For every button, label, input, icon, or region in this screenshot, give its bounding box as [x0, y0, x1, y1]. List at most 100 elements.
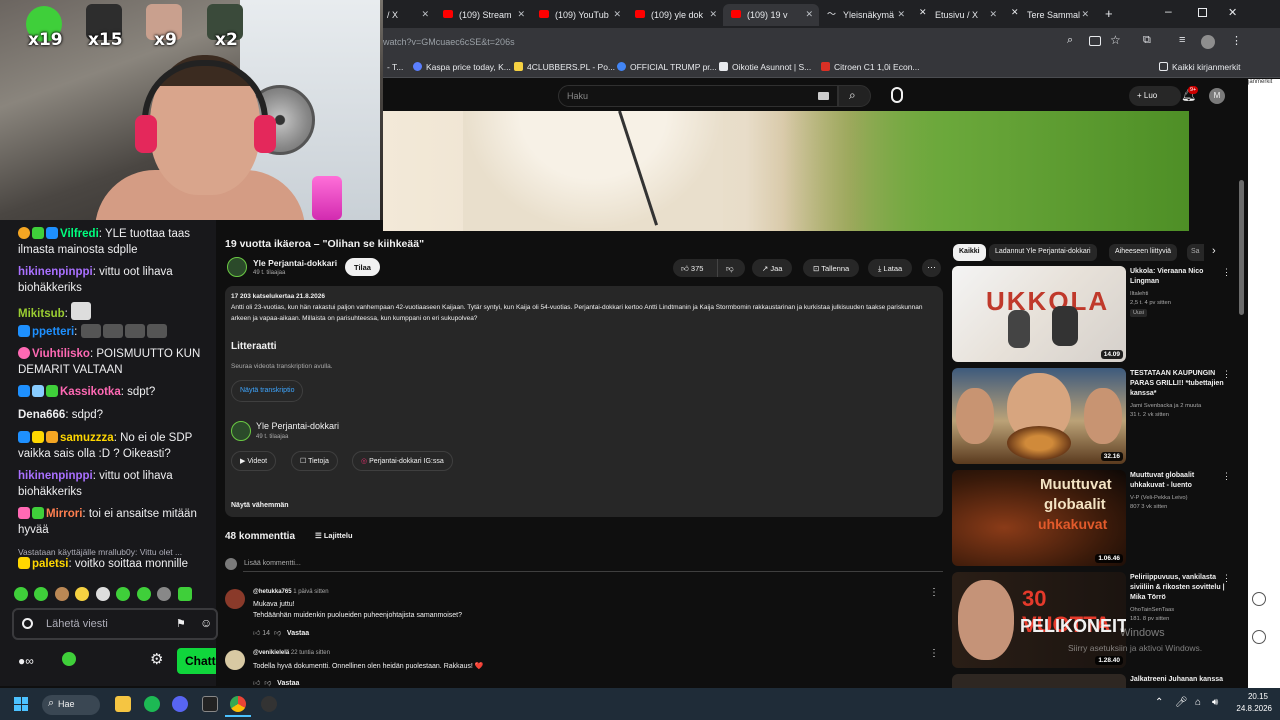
download-button[interactable]: ⤓ Lataa	[868, 259, 913, 277]
video-thumbnail[interactable]	[952, 674, 1126, 688]
bookmark[interactable]: Kaspa price today, K...	[413, 62, 511, 72]
scrollbar-thumb[interactable]	[1239, 180, 1244, 315]
reply-button[interactable]: Vastaa	[287, 630, 309, 637]
search-input[interactable]: Haku	[558, 85, 838, 107]
video-thumbnail[interactable]: Muuttuvat globaalit uhkakuvat 1.06.46	[952, 470, 1126, 566]
subscribe-button[interactable]: Tilaa	[345, 258, 380, 276]
thumbs-down-icon[interactable]: 👎︎	[264, 680, 271, 687]
rec-video-title[interactable]: Muuttuvat globaalit uhkakuvat - luento	[1130, 471, 1230, 491]
obs-icon[interactable]	[261, 696, 277, 712]
all-bookmarks[interactable]: Kaikki kirjanmerkit	[1159, 62, 1241, 72]
tab[interactable]: (109) YouTub ✕	[531, 4, 627, 26]
extensions-icon[interactable]: ⧉	[1143, 34, 1151, 47]
videos-button[interactable]: ▶ Videot	[231, 451, 277, 471]
comment-menu-icon[interactable]: ⋮	[929, 587, 939, 598]
emote-icon[interactable]	[95, 587, 110, 601]
discord-icon[interactable]	[172, 696, 188, 712]
close-icon[interactable]: ✕	[709, 9, 717, 20]
chrome-icon[interactable]	[230, 696, 246, 712]
channel-name[interactable]: Yle Perjantai-dokkari	[253, 258, 337, 268]
like-button[interactable]: 👍︎ 375	[673, 259, 717, 277]
frog-extension-icon[interactable]	[62, 652, 76, 666]
rec-menu-icon[interactable]: ⋮	[1222, 267, 1231, 278]
rec-channel[interactable]: OhoTainSenTaas	[1130, 606, 1230, 615]
chat-send-button[interactable]: Chatti	[177, 648, 216, 674]
thumbs-up-icon[interactable]: 👍︎	[253, 680, 260, 687]
close-icon[interactable]: ✕	[805, 9, 813, 20]
chip-related[interactable]: Aiheeseen liittyviä	[1109, 244, 1178, 261]
comment-author[interactable]: @venikielelä	[253, 650, 289, 656]
zoom-icon[interactable]: ⌕	[1067, 34, 1073, 47]
emote-icon[interactable]	[116, 587, 131, 601]
emote-icon[interactable]	[34, 587, 49, 601]
rec-channel[interactable]: V-P (Veli-Pekka Leivo)	[1130, 494, 1230, 503]
chip-more[interactable]: Sa	[1187, 244, 1204, 261]
avatar[interactable]: M	[1209, 88, 1225, 104]
chat-username[interactable]: Dena666	[18, 409, 65, 421]
video-player[interactable]	[383, 111, 1189, 231]
rec-video-title[interactable]: Ukkola: Vieraana Nico Lingman	[1130, 267, 1230, 287]
tab[interactable]: 〜 Yleisnäkymä ✕	[819, 4, 911, 26]
video-thumbnail[interactable]: 32.16	[952, 368, 1126, 464]
tray-chevron-icon[interactable]: ⌃	[1155, 697, 1163, 708]
emote-icon[interactable]	[136, 587, 151, 601]
more-options-button[interactable]: ⋯	[922, 259, 941, 277]
channel-avatar[interactable]	[231, 421, 251, 441]
rec-menu-icon[interactable]: ⋮	[1222, 471, 1231, 482]
chat-username[interactable]: hikinenpinppi	[18, 470, 93, 482]
about-button[interactable]: ☐ Tietoja	[291, 451, 338, 471]
sort-button[interactable]: ☰ Lajittelu	[315, 531, 353, 540]
chip-uploader[interactable]: Ladannut Yle Perjantai-dokkari	[989, 244, 1097, 261]
chat-username[interactable]: Kassikotka	[60, 386, 121, 398]
comment-author[interactable]: @hetukka765	[253, 589, 292, 595]
show-transcript-button[interactable]: Näytä transkriptio	[231, 380, 304, 402]
clock-date[interactable]: 24.8.2026	[1228, 704, 1272, 713]
start-button[interactable]	[14, 697, 28, 711]
chat-settings-cluster-icon[interactable]: ●∞	[18, 654, 34, 668]
comment-menu-icon[interactable]: ⋮	[929, 648, 939, 659]
thumbs-up-icon[interactable]: 👍︎	[253, 630, 260, 637]
chat-username[interactable]: ppetteri	[32, 326, 74, 338]
mic-tray-icon[interactable]: 🎤︎	[1175, 697, 1188, 708]
chat-username[interactable]: Mikitsub	[18, 308, 65, 320]
rec-video-title[interactable]: Peliriippuvuus, vankilasta siviiliin & r…	[1130, 573, 1230, 603]
instagram-button[interactable]: ◎ Perjantai-dokkari IG:ssa	[352, 451, 453, 471]
chat-username[interactable]: hikinenpinppi	[18, 266, 93, 278]
file-explorer-icon[interactable]	[115, 696, 131, 712]
clock-time[interactable]: 20.15	[1238, 692, 1268, 701]
chat-username[interactable]: Viuhtilisko	[32, 348, 90, 360]
close-icon[interactable]: ✕	[613, 9, 621, 20]
chat-username[interactable]: paletsi	[32, 558, 68, 570]
maximize-button[interactable]	[1198, 8, 1207, 17]
rec-video-title[interactable]: Jalkatreeni Juhanan kanssa	[1130, 675, 1230, 685]
video-thumbnail[interactable]: UKKOLA 14.09	[952, 266, 1126, 362]
tab-active[interactable]: (109) 19 v ✕	[723, 4, 819, 26]
chip-all[interactable]: Kaikki	[953, 244, 986, 261]
add-comment-input[interactable]: Lisää kommentti...	[244, 560, 301, 567]
bookmark[interactable]: OFFICIAL TRUMP pr...	[617, 62, 717, 72]
close-icon[interactable]: ✕	[421, 9, 429, 20]
network-icon[interactable]: ⌂	[1195, 697, 1201, 708]
video-thumbnail[interactable]: 30 VUOTTA PELIKONEITA 1.28.40	[952, 572, 1126, 668]
close-window-button[interactable]: ✕	[1228, 6, 1237, 19]
rec-menu-icon[interactable]: ⋮	[1222, 573, 1231, 584]
cast-icon[interactable]	[1089, 36, 1101, 46]
avatar[interactable]	[225, 650, 245, 670]
chat-username[interactable]: samuzzza	[60, 432, 114, 444]
minimize-button[interactable]: –	[1165, 4, 1172, 18]
rec-menu-icon[interactable]: ⋮	[1222, 369, 1231, 380]
address-bar[interactable]: watch?v=GMcuaec6cSE&t=206s ⌕ ☆ ⧉ ≡ ⋮	[383, 28, 1280, 56]
share-button[interactable]: ↗ Jaa	[752, 259, 793, 277]
bookmark[interactable]: 4CLUBBERS.PL - Po...	[514, 62, 615, 72]
chat-username[interactable]: Mirrori	[46, 508, 82, 520]
spotify-icon[interactable]	[144, 696, 160, 712]
star-icon[interactable]: ☆	[1110, 33, 1121, 47]
tab[interactable]: (109) Stream ✕	[435, 4, 531, 26]
create-button[interactable]: + Luo	[1129, 86, 1181, 106]
tab[interactable]: (109) yle dok ✕	[627, 4, 723, 26]
taskbar-search[interactable]: ⌕ Hae	[42, 695, 100, 715]
show-less-link[interactable]: Näytä vähemmän	[231, 502, 289, 509]
close-icon[interactable]: ✕	[1081, 9, 1089, 20]
new-tab-button[interactable]: +	[1105, 6, 1113, 21]
channel-avatar[interactable]	[227, 257, 247, 277]
